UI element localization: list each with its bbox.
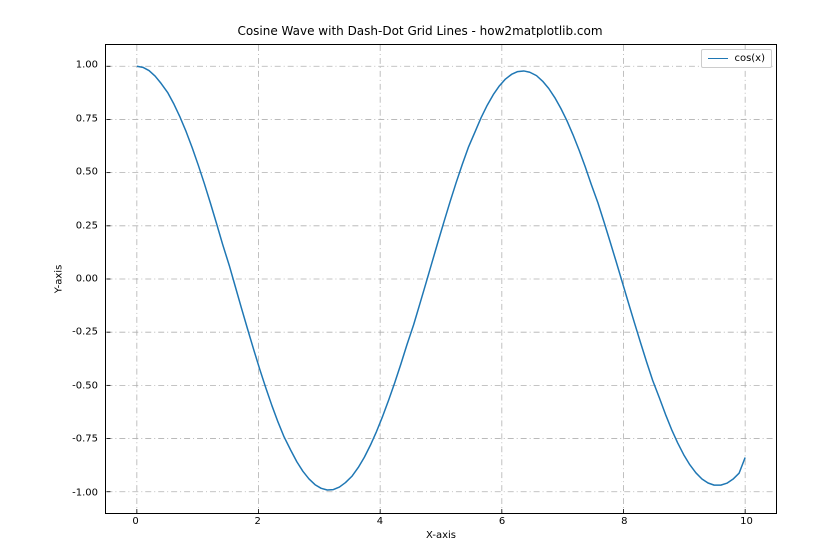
plot-area bbox=[106, 45, 776, 513]
x-tick-label: 2 bbox=[255, 516, 261, 527]
y-tick-label: 0.00 bbox=[76, 274, 98, 285]
x-tick-label: 4 bbox=[377, 516, 383, 527]
legend-label: cos(x) bbox=[734, 53, 765, 64]
y-tick-label: -0.50 bbox=[72, 380, 98, 391]
figure: Cosine Wave with Dash-Dot Grid Lines - h… bbox=[0, 0, 840, 560]
y-axis-label: Y-axis bbox=[54, 44, 64, 514]
x-tick-label: 8 bbox=[621, 516, 627, 527]
x-tick-label: 10 bbox=[740, 516, 753, 527]
y-tick-label: 0.25 bbox=[76, 220, 98, 231]
y-tick-label: 1.00 bbox=[76, 60, 98, 71]
y-tick-label: 0.50 bbox=[76, 167, 98, 178]
y-tick-label: 0.75 bbox=[76, 113, 98, 124]
series-line bbox=[137, 66, 745, 490]
x-axis-label: X-axis bbox=[105, 530, 777, 541]
chart-title: Cosine Wave with Dash-Dot Grid Lines - h… bbox=[0, 24, 840, 38]
x-tick-label: 0 bbox=[132, 516, 138, 527]
axes: cos(x) bbox=[105, 44, 777, 514]
legend: cos(x) bbox=[701, 49, 772, 68]
y-tick-label: -0.25 bbox=[72, 327, 98, 338]
legend-swatch bbox=[708, 58, 728, 59]
x-tick-label: 6 bbox=[499, 516, 505, 527]
y-tick-label: -1.00 bbox=[72, 487, 98, 498]
y-tick-label: -0.75 bbox=[72, 434, 98, 445]
